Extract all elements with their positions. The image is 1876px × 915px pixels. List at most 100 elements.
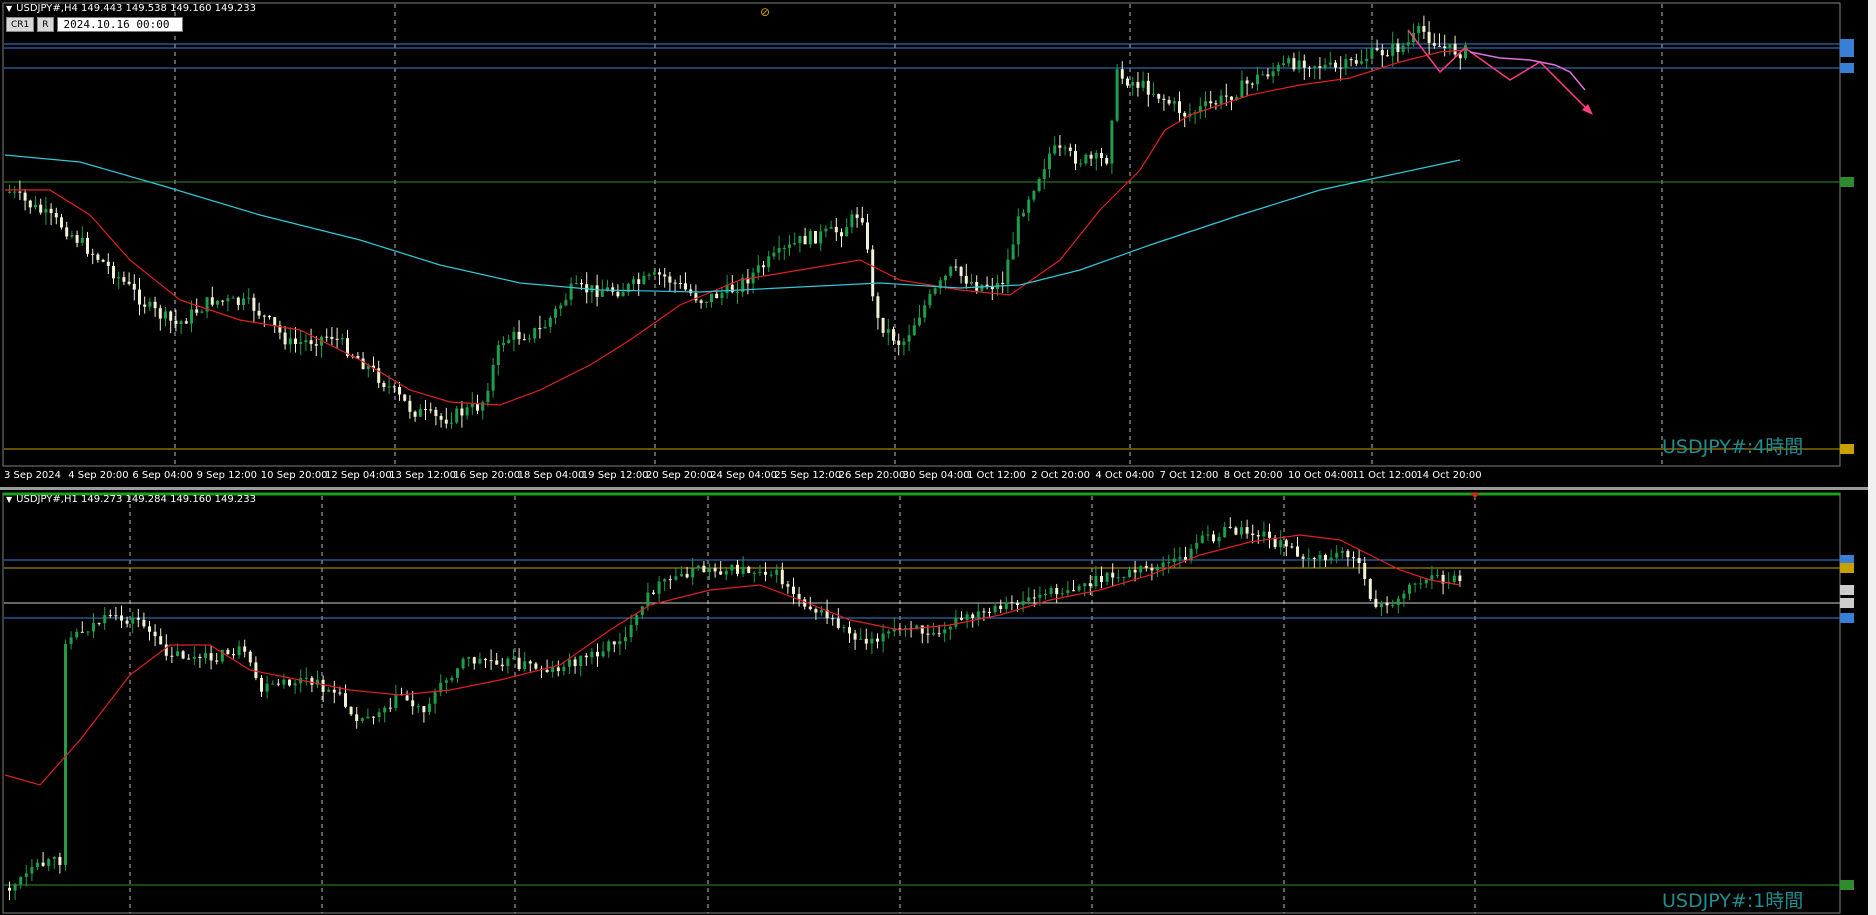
- candle-body: [1391, 604, 1395, 606]
- candle-body: [1453, 43, 1457, 55]
- candle-body: [1329, 557, 1333, 561]
- candle-body: [92, 622, 95, 632]
- candle-body: [980, 284, 984, 291]
- candle-body: [1161, 562, 1165, 567]
- h4-chart-panel[interactable]: ⊘ ▼ USDJPY#,H4 149.443 149.538 149.160 14…: [0, 0, 1876, 488]
- candle-body: [1111, 572, 1115, 578]
- candle-body: [132, 283, 136, 290]
- candle-body: [853, 633, 857, 640]
- candle-body: [265, 683, 269, 692]
- candle-body: [1406, 42, 1410, 46]
- candle-body: [271, 683, 275, 685]
- candle-body: [1408, 584, 1411, 594]
- date-input[interactable]: 2024.10.16 00:00: [56, 17, 183, 32]
- candle-body: [912, 325, 916, 336]
- candle-body: [533, 328, 537, 339]
- candle-body: [870, 638, 874, 644]
- candle-body: [470, 403, 474, 408]
- collapse-triangle-icon[interactable]: ▼: [6, 4, 12, 13]
- candle-body: [762, 265, 765, 268]
- candle-body: [122, 277, 126, 282]
- candle-body: [1380, 50, 1384, 56]
- candle-body: [834, 226, 838, 233]
- candle-body: [1083, 583, 1087, 587]
- candle-body: [433, 692, 437, 704]
- candle-body: [1240, 527, 1243, 535]
- candle-body: [808, 231, 812, 245]
- candle-body: [1204, 101, 1207, 107]
- candle-body: [248, 651, 252, 663]
- candle-body: [1287, 58, 1291, 64]
- candle-body: [512, 331, 516, 340]
- cr1-button[interactable]: CR1: [6, 17, 35, 32]
- candle-body: [444, 680, 448, 683]
- candle-body: [489, 660, 493, 662]
- candle-body: [325, 336, 329, 338]
- candle-body: [573, 659, 577, 667]
- candle-body: [252, 297, 256, 311]
- candle-body: [237, 646, 241, 656]
- candle-body: [491, 364, 495, 391]
- candle-body: [1110, 120, 1114, 164]
- candle-body: [580, 283, 583, 285]
- candle-body: [618, 641, 622, 645]
- h4-chart-canvas[interactable]: ⊘: [0, 0, 1876, 488]
- x-axis-tick-label: 1 Oct 12:00: [967, 470, 1026, 481]
- h1-chart-canvas[interactable]: [0, 490, 1876, 915]
- candle-body: [174, 320, 178, 325]
- candle-body: [1223, 526, 1227, 538]
- candle-body: [176, 651, 179, 657]
- candle-body: [120, 615, 123, 621]
- candle-body: [517, 331, 521, 340]
- collapse-triangle-icon[interactable]: ▼: [6, 495, 12, 504]
- candle-body: [408, 400, 412, 412]
- candle-body: [1256, 74, 1259, 85]
- candle-body: [1141, 80, 1145, 88]
- candle-body: [153, 631, 157, 637]
- candle-body: [80, 631, 84, 633]
- candle-body: [424, 409, 427, 411]
- candle-body: [1157, 93, 1161, 99]
- h1-chart-panel[interactable]: ▼ USDJPY#,H1 149.273 149.284 149.160 149.…: [0, 490, 1876, 915]
- candle-body: [1261, 74, 1265, 76]
- candle-body: [523, 661, 527, 670]
- candle-body: [1214, 103, 1218, 105]
- candle-body: [1068, 147, 1072, 151]
- candle-body: [273, 317, 277, 326]
- candle-body: [23, 192, 27, 201]
- candle-body: [590, 651, 594, 658]
- candle-body: [1219, 95, 1223, 105]
- candle-body: [864, 638, 868, 644]
- candle-body: [1172, 558, 1176, 563]
- x-axis-tick-label: 13 Sep 12:00: [389, 470, 456, 481]
- candle-body: [179, 321, 183, 325]
- candle-body: [1167, 562, 1171, 564]
- candle-body: [1262, 531, 1266, 537]
- candle-body: [210, 297, 214, 305]
- candle-body: [1178, 101, 1181, 113]
- candle-body: [148, 301, 152, 307]
- candle-body: [19, 876, 23, 885]
- candle-body: [1374, 598, 1378, 607]
- candle-body: [215, 660, 219, 662]
- candle-body: [1060, 593, 1064, 595]
- candle-body: [1339, 67, 1343, 69]
- candle-body: [1250, 83, 1254, 85]
- forecast-alt-path: [1469, 51, 1586, 91]
- candle-body: [28, 200, 32, 208]
- candle-body: [663, 579, 667, 582]
- candle-body: [198, 656, 202, 659]
- candle-body: [543, 326, 547, 329]
- r-button[interactable]: R: [37, 17, 54, 32]
- candle-body: [772, 252, 776, 257]
- candle-body: [327, 689, 331, 692]
- candle-body: [736, 564, 739, 574]
- x-axis-tick-label: 12 Sep 04:00: [325, 470, 392, 481]
- scrollbar[interactable]: [1868, 0, 1876, 915]
- candle-body: [1324, 554, 1327, 561]
- candle-body: [545, 669, 549, 672]
- candle-body: [34, 204, 37, 208]
- candle-body: [340, 338, 344, 340]
- candle-body: [831, 618, 835, 620]
- candle-body: [13, 191, 17, 193]
